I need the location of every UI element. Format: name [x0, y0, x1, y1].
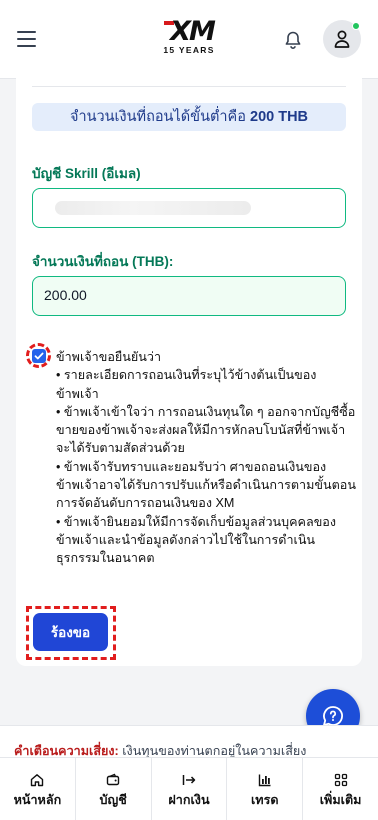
risk-warning: คำเตือนความเสี่ยง: เงินทุนของท่านตกอยู่ใ… — [0, 725, 378, 757]
min-withdrawal-text: จำนวนเงินที่ถอนได้ขั้นต่ำคือ — [69, 109, 246, 125]
logo-subtitle: 15 YEARS — [163, 45, 215, 55]
home-icon — [31, 774, 44, 787]
bell-icon[interactable] — [283, 30, 303, 50]
skrill-email-label: บัญชี Skrill (อีเมล) — [32, 166, 141, 181]
min-withdrawal-banner: จำนวนเงินที่ถอนได้ขั้นต่ำคือ 200 THB — [32, 103, 346, 131]
amount-value: 200.00 — [44, 287, 87, 303]
consent-bullet: • ข้าพเจ้าเข้าใจว่า การถอนเงินทุนใด ๆ ออ… — [56, 404, 356, 456]
tab-deposit[interactable]: ฝากเงิน — [152, 758, 228, 820]
user-icon — [334, 30, 350, 48]
tab-accounts[interactable]: บัญชี — [76, 758, 152, 820]
grid-icon — [334, 773, 347, 787]
logo-mark: XM — [158, 18, 220, 46]
consent-text: ข้าพเจ้าขอยืนยันว่า • รายละเอียดการถอนเง… — [56, 348, 356, 568]
consent-checkbox[interactable] — [32, 349, 46, 363]
tab-label: เทรด — [251, 793, 279, 807]
online-status-dot — [352, 22, 360, 30]
tab-label: หน้าหลัก — [13, 793, 62, 807]
submit-request-button[interactable]: ร้องขอ — [33, 613, 108, 651]
tab-trade[interactable]: เทรด — [227, 758, 304, 820]
tab-label: บัญชี — [99, 793, 127, 807]
consent-bullet: • ข้าพเจ้ารับทราบและยอมรับว่า ศาขอถอนเงิ… — [56, 459, 356, 511]
consent-bullet: • ข้าพเจ้ายินยอมให้มีการจัดเก็บข้อมูลส่ว… — [56, 514, 337, 566]
bottom-tab-bar: หน้าหลัก บัญชี ฝากเงิน เทรด เพิ่มเติม — [0, 757, 378, 820]
checkmark-icon — [34, 352, 44, 360]
amount-field[interactable]: 200.00 — [32, 276, 346, 316]
deposit-icon — [182, 775, 196, 785]
tab-label: ฝากเงิน — [168, 793, 210, 807]
top-header: XM 15 YEARS — [0, 0, 378, 79]
menu-icon[interactable] — [17, 31, 36, 47]
skrill-email-field[interactable] — [32, 188, 346, 228]
redacted-email — [55, 201, 251, 215]
divider — [32, 86, 346, 87]
min-withdrawal-amount: 200 THB — [250, 109, 309, 125]
chart-icon — [258, 774, 271, 787]
wallet-icon — [106, 773, 120, 786]
tab-more[interactable]: เพิ่มเติม — [303, 758, 378, 820]
tab-label: เพิ่มเติม — [319, 793, 362, 807]
consent-title: ข้าพเจ้าขอยืนยันว่า — [56, 350, 162, 364]
withdrawal-form-card: จำนวนเงินที่ถอนได้ขั้นต่ำคือ 200 THB บัญ… — [16, 78, 362, 666]
amount-label: จำนวนเงินที่ถอน (THB): — [32, 254, 174, 269]
xm-logo[interactable]: XM 15 YEARS — [158, 18, 220, 62]
risk-warning-text: เงินทุนของท่านตกอยู่ในความเสี่ยง — [118, 744, 307, 757]
tab-home[interactable]: หน้าหลัก — [0, 758, 76, 820]
consent-bullet: • รายละเอียดการถอนเงินที่ระบุไว้ข้างต้นเ… — [56, 368, 317, 401]
risk-warning-title: คำเตือนความเสี่ยง: — [14, 744, 119, 757]
